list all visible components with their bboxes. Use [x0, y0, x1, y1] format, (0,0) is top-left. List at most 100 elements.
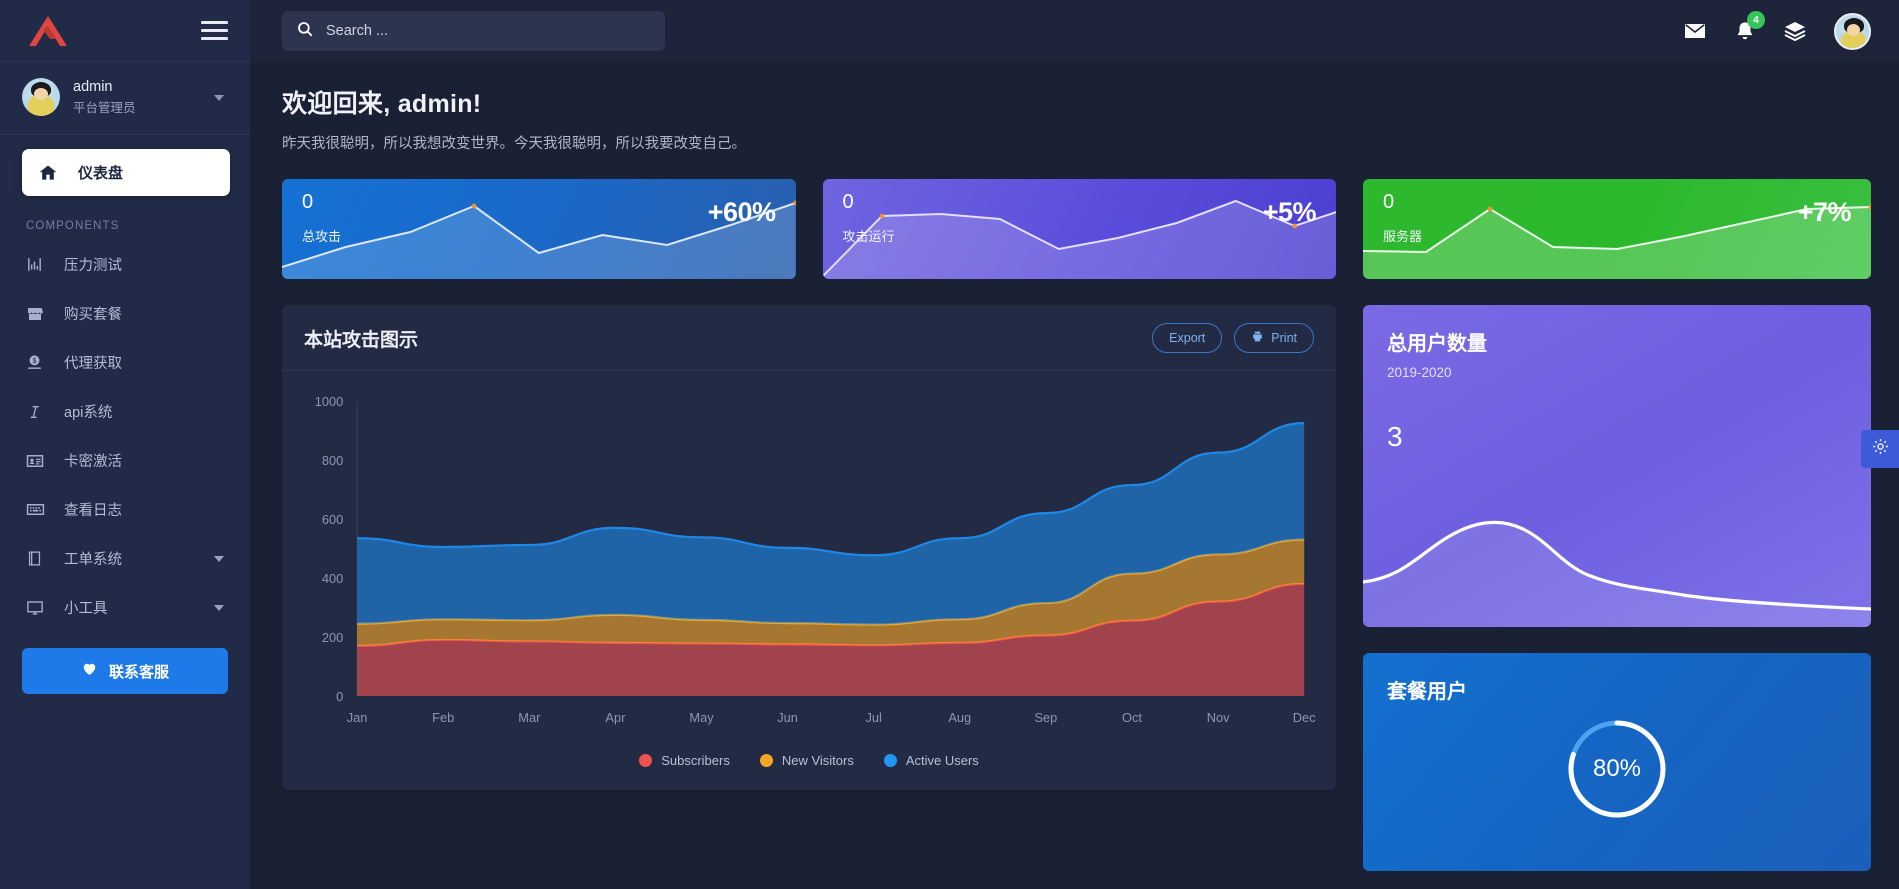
legend-item-active-users[interactable]: Active Users [883, 753, 979, 768]
chart-card-actions: Export Print [1152, 323, 1314, 353]
italic-icon [26, 404, 52, 420]
plan-users-card[interactable]: 套餐用户 80% [1363, 653, 1871, 871]
sidebar-item-label: 购买套餐 [64, 307, 122, 324]
right-column: 0 服务器 +7% 总用户数量 2019-2020 3 套餐用户 80% [1363, 179, 1871, 871]
sidebar-user[interactable]: admin 平台管理员 [0, 62, 250, 136]
legend-color-swatch [883, 754, 897, 767]
keyboard-icon [26, 500, 52, 519]
chart-card-title: 本站攻击图示 [304, 329, 419, 351]
contact-support-label: 联系客服 [108, 663, 169, 681]
sidebar-item-stress-test[interactable]: 压力测试 [0, 240, 250, 289]
id-card-icon [26, 452, 52, 470]
print-label: Print [1271, 331, 1297, 345]
stat-value: 0 [1383, 191, 1395, 213]
sidebar-item-label: 压力测试 [64, 258, 122, 275]
settings-panel-toggle[interactable] [1861, 430, 1899, 468]
svg-text:Sep: Sep [1034, 710, 1057, 725]
page-content: 欢迎回来, admin! 昨天我很聪明，所以我想改变世界。今天我很聪明，所以我要… [250, 62, 1899, 889]
avatar[interactable] [1834, 12, 1871, 50]
avatar [22, 78, 60, 117]
sidebar-item-label: 工单系统 [64, 552, 122, 569]
stat-percent: +7% [1797, 197, 1852, 227]
triangle-logo[interactable] [26, 14, 70, 48]
desktop-icon [26, 599, 52, 617]
chart-svg: 0 200 400 600 800 1000 Jan Feb Mar Apr May Jun Jul Au… [315, 394, 1316, 725]
sidebar-item-agent-acquire[interactable]: $ 代理获取 [0, 338, 250, 387]
search-input[interactable] [326, 23, 651, 39]
chart-card-header: 本站攻击图示 Export Print [282, 305, 1336, 371]
print-button[interactable]: Print [1234, 323, 1314, 353]
users-card-period: 2019-2020 [1387, 365, 1452, 380]
plan-progress-donut: 80% [1363, 716, 1871, 822]
plan-percent-label: 80% [1592, 755, 1642, 782]
search-icon [296, 20, 314, 43]
export-label: Export [1169, 331, 1206, 345]
legend-color-swatch [639, 754, 653, 767]
dashboard-grid: 0 总攻击 +60% 0 攻击运行 +5% 本站攻击图示 Export Prin… [282, 179, 1871, 871]
sidebar-user-role: 平台管理员 [73, 100, 136, 115]
legend-item-new-visitors[interactable]: New Visitors [759, 753, 854, 768]
sidebar-user-name: admin [73, 79, 113, 95]
svg-text:1000: 1000 [315, 394, 344, 409]
chevron-down-icon[interactable] [214, 95, 224, 102]
stat-card-servers[interactable]: 0 服务器 +7% [1363, 179, 1871, 279]
total-users-card[interactable]: 总用户数量 2019-2020 3 [1363, 305, 1871, 627]
legend-item-subscribers[interactable]: Subscribers [639, 753, 730, 768]
sidebar-header [0, 0, 250, 62]
bell-icon[interactable]: 4 [1734, 10, 1765, 43]
legend-label: Active Users [905, 753, 979, 768]
bar-chart-icon [26, 256, 52, 273]
svg-text:Oct: Oct [1122, 710, 1142, 725]
sidebar-item-label: 代理获取 [64, 356, 122, 373]
sidebar-item-view-logs[interactable]: 查看日志 [0, 485, 250, 534]
stat-label: 总攻击 [302, 229, 342, 244]
page-subtitle: 昨天我很聪明，所以我想改变世界。今天我很聪明，所以我要改变自己。 [282, 136, 746, 152]
stat-label: 攻击运行 [842, 229, 895, 244]
printer-icon [1251, 330, 1264, 346]
users-card-count: 3 [1387, 421, 1403, 452]
users-sparkline [1363, 520, 1871, 627]
hamburger-icon[interactable] [201, 21, 228, 40]
search-bar[interactable] [282, 11, 665, 51]
chevron-down-icon[interactable] [214, 555, 224, 562]
export-button[interactable]: Export [1152, 323, 1223, 353]
svg-text:Nov: Nov [1207, 710, 1230, 725]
svg-text:Jun: Jun [777, 710, 798, 725]
stat-cards: 0 总攻击 +60% 0 攻击运行 +5% [282, 179, 1336, 279]
sidebar-item-label: 仪表盘 [78, 165, 124, 183]
chart-legend: Subscribers New Visitors Active Users [282, 749, 1336, 790]
legend-label: Subscribers [661, 753, 730, 768]
sidebar-item-dashboard[interactable]: 仪表盘 [22, 149, 230, 197]
svg-text:200: 200 [322, 630, 343, 645]
svg-text:Mar: Mar [518, 710, 541, 725]
layers-icon[interactable] [1783, 19, 1807, 43]
stat-card-total-attacks[interactable]: 0 总攻击 +60% [282, 179, 796, 279]
sidebar-item-label: 查看日志 [64, 503, 122, 520]
stat-value: 0 [302, 191, 314, 213]
svg-text:Dec: Dec [1293, 710, 1316, 725]
svg-text:Jul: Jul [866, 710, 882, 725]
mail-icon[interactable] [1683, 19, 1707, 43]
sidebar-section-label: COMPONENTS [26, 220, 120, 233]
sidebar-item-buy-package[interactable]: 购买套餐 [0, 289, 250, 338]
sidebar-item-card-activation[interactable]: 卡密激活 [0, 436, 250, 485]
stat-value: 0 [842, 191, 854, 213]
sidebar-item-tools[interactable]: 小工具 [0, 583, 250, 632]
users-card-title: 总用户数量 [1387, 333, 1487, 355]
money-icon: $ [26, 354, 52, 371]
notification-badge: 4 [1747, 10, 1765, 29]
sidebar-item-ticket-system[interactable]: 工单系统 [0, 534, 250, 583]
chevron-down-icon[interactable] [214, 604, 224, 611]
legend-label: New Visitors [781, 753, 854, 768]
topbar-icons: 4 [1683, 10, 1871, 50]
svg-text:800: 800 [322, 453, 343, 468]
page-title: 欢迎回来, admin! [282, 90, 482, 118]
legend-color-swatch [759, 754, 773, 767]
contact-support-button[interactable]: 联系客服 [22, 648, 228, 695]
store-icon [26, 305, 52, 323]
gear-icon [1871, 437, 1890, 461]
sidebar-item-api-system[interactable]: api系统 [0, 387, 250, 436]
stat-card-running-attacks[interactable]: 0 攻击运行 +5% [822, 179, 1336, 279]
home-icon [38, 163, 66, 183]
stat-percent: +60% [707, 197, 776, 227]
